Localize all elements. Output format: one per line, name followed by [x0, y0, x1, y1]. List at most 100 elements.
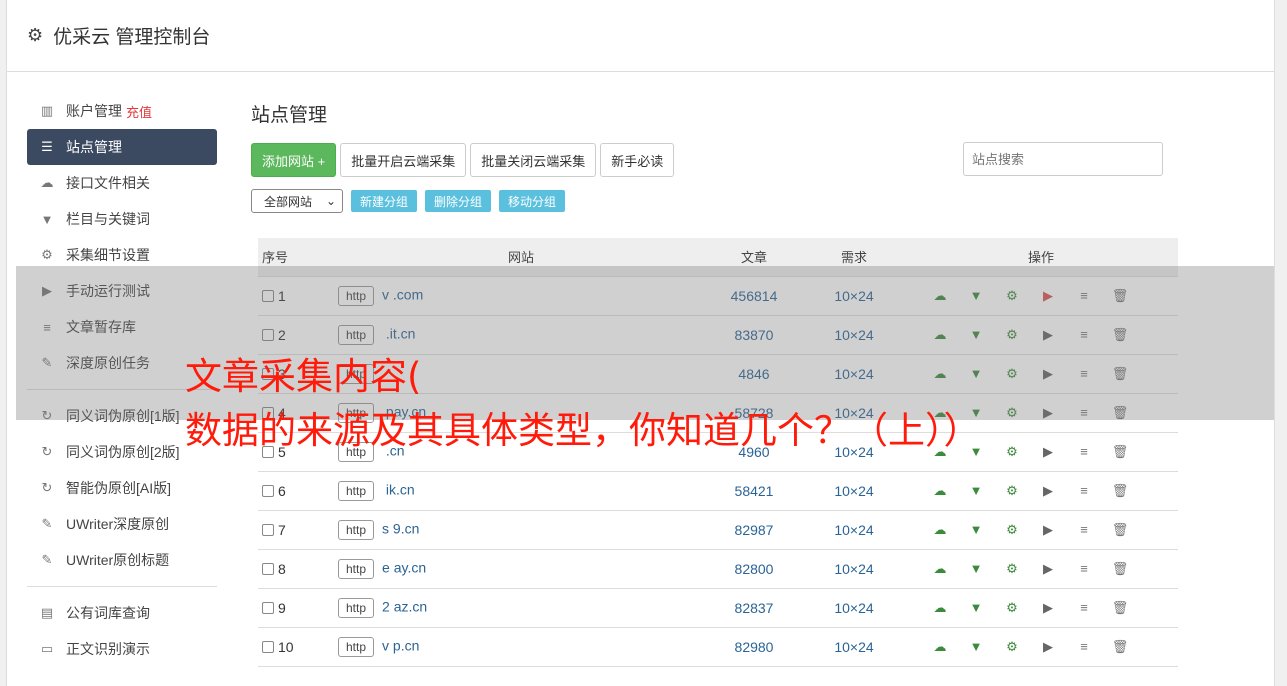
- group-select[interactable]: 全部网站 ⌄: [251, 189, 343, 213]
- play-circle-icon[interactable]: ▶: [1030, 561, 1066, 577]
- article-count[interactable]: 58421: [704, 471, 804, 510]
- database-icon[interactable]: ≡: [1066, 561, 1102, 576]
- cogs-icon[interactable]: ⚙: [994, 561, 1030, 577]
- sidebar-item[interactable]: ▥ 账户管理 充值: [27, 93, 217, 129]
- article-count[interactable]: 83870: [704, 315, 804, 354]
- article-count[interactable]: 82987: [704, 510, 804, 549]
- trash-icon[interactable]: 🗑: [1102, 405, 1138, 421]
- trash-icon[interactable]: 🗑: [1102, 288, 1138, 304]
- sidebar-item[interactable]: ☰ 站点管理: [27, 129, 217, 165]
- row-checkbox[interactable]: [262, 289, 274, 302]
- site-url[interactable]: e ay.cn: [382, 559, 426, 575]
- filter-icon[interactable]: ▼: [958, 327, 994, 342]
- sidebar-item[interactable]: ✎ UWriter原创标题: [27, 542, 217, 578]
- site-url[interactable]: .it.cn: [382, 325, 416, 341]
- trash-icon[interactable]: 🗑: [1102, 483, 1138, 499]
- database-icon[interactable]: ≡: [1066, 639, 1102, 654]
- recharge-link[interactable]: 充值: [126, 102, 152, 121]
- move-group-button[interactable]: 移动分组: [499, 190, 566, 212]
- database-icon[interactable]: ≡: [1066, 366, 1102, 381]
- play-circle-icon[interactable]: ▶: [1030, 366, 1066, 382]
- newbie-guide-button[interactable]: 新手必读: [600, 143, 675, 177]
- batch-close-cloud-button[interactable]: 批量关闭云端采集: [470, 143, 597, 177]
- article-count[interactable]: 456814: [704, 276, 804, 315]
- sidebar-item[interactable]: ✎ UWriter深度原创: [27, 506, 217, 542]
- site-search-input[interactable]: [963, 142, 1163, 176]
- article-count[interactable]: 82980: [704, 627, 804, 666]
- play-circle-icon[interactable]: ▶: [1030, 483, 1066, 499]
- cogs-icon[interactable]: ⚙: [994, 522, 1030, 538]
- trash-icon[interactable]: 🗑: [1102, 600, 1138, 616]
- site-url[interactable]: ik.cn: [382, 481, 415, 497]
- sidebar-item[interactable]: ☁ 接口文件相关: [27, 165, 217, 201]
- row-checkbox[interactable]: [262, 601, 274, 614]
- sidebar-item[interactable]: ▤ 公有词库查询: [27, 595, 217, 631]
- cloud-upload-icon[interactable]: ☁: [922, 600, 958, 616]
- site-url[interactable]: v p.cn: [382, 637, 419, 653]
- cogs-icon[interactable]: ⚙: [994, 288, 1030, 304]
- demand-value[interactable]: 10×24: [804, 510, 904, 549]
- play-circle-icon[interactable]: ▶: [1030, 600, 1066, 616]
- cloud-upload-icon[interactable]: ☁: [922, 327, 958, 343]
- demand-value[interactable]: 10×24: [804, 471, 904, 510]
- add-site-button[interactable]: 添加网站 +: [251, 143, 337, 177]
- demand-value[interactable]: 10×24: [804, 549, 904, 588]
- trash-icon[interactable]: 🗑: [1102, 561, 1138, 577]
- filter-icon[interactable]: ▼: [958, 288, 994, 303]
- database-icon[interactable]: ≡: [1066, 405, 1102, 420]
- play-circle-icon[interactable]: ▶: [1030, 405, 1066, 421]
- trash-icon[interactable]: 🗑: [1102, 522, 1138, 538]
- trash-icon[interactable]: 🗑: [1102, 639, 1138, 655]
- site-url[interactable]: s 9.cn: [382, 520, 419, 536]
- cogs-icon[interactable]: ⚙: [994, 366, 1030, 382]
- site-url[interactable]: 2 az.cn: [382, 598, 427, 614]
- row-checkbox[interactable]: [262, 328, 274, 341]
- play-circle-icon[interactable]: ▶: [1030, 288, 1066, 304]
- demand-value[interactable]: 10×24: [804, 315, 904, 354]
- play-circle-icon[interactable]: ▶: [1030, 444, 1066, 460]
- play-circle-icon[interactable]: ▶: [1030, 639, 1066, 655]
- sidebar-item[interactable]: ▼ 栏目与关键词: [27, 201, 217, 237]
- article-count[interactable]: 82837: [704, 588, 804, 627]
- database-icon[interactable]: ≡: [1066, 444, 1102, 459]
- database-icon[interactable]: ≡: [1066, 288, 1102, 303]
- row-checkbox[interactable]: [262, 523, 274, 536]
- demand-value[interactable]: 10×24: [804, 627, 904, 666]
- cloud-upload-icon[interactable]: ☁: [922, 561, 958, 577]
- filter-icon[interactable]: ▼: [958, 600, 994, 615]
- cogs-icon[interactable]: ⚙: [994, 639, 1030, 655]
- article-count[interactable]: 82800: [704, 549, 804, 588]
- new-group-button[interactable]: 新建分组: [351, 190, 418, 212]
- batch-open-cloud-button[interactable]: 批量开启云端采集: [340, 143, 467, 177]
- database-icon[interactable]: ≡: [1066, 600, 1102, 615]
- trash-icon[interactable]: 🗑: [1102, 327, 1138, 343]
- trash-icon[interactable]: 🗑: [1102, 366, 1138, 382]
- cogs-icon[interactable]: ⚙: [994, 327, 1030, 343]
- sidebar-item[interactable]: ▭ 正文识别演示: [27, 631, 217, 667]
- cloud-upload-icon[interactable]: ☁: [922, 639, 958, 655]
- play-circle-icon[interactable]: ▶: [1030, 327, 1066, 343]
- delete-group-button[interactable]: 删除分组: [425, 190, 492, 212]
- cloud-upload-icon[interactable]: ☁: [922, 483, 958, 499]
- sidebar-item[interactable]: ↻ 智能伪原创[AI版]: [27, 470, 217, 506]
- cogs-icon[interactable]: ⚙: [994, 444, 1030, 460]
- cloud-upload-icon[interactable]: ☁: [922, 288, 958, 304]
- sidebar-item[interactable]: ▶ 手动运行测试: [27, 273, 217, 309]
- demand-value[interactable]: 10×24: [804, 276, 904, 315]
- cogs-icon[interactable]: ⚙: [994, 405, 1030, 421]
- filter-icon[interactable]: ▼: [958, 561, 994, 576]
- demand-value[interactable]: 10×24: [804, 588, 904, 627]
- sidebar-item[interactable]: ≡ 文章暂存库: [27, 309, 217, 345]
- filter-icon[interactable]: ▼: [958, 483, 994, 498]
- cloud-upload-icon[interactable]: ☁: [922, 522, 958, 538]
- filter-icon[interactable]: ▼: [958, 522, 994, 537]
- row-checkbox[interactable]: [262, 484, 274, 497]
- database-icon[interactable]: ≡: [1066, 327, 1102, 342]
- trash-icon[interactable]: 🗑: [1102, 444, 1138, 460]
- site-url[interactable]: v .com: [382, 286, 423, 302]
- filter-icon[interactable]: ▼: [958, 639, 994, 654]
- database-icon[interactable]: ≡: [1066, 522, 1102, 537]
- play-circle-icon[interactable]: ▶: [1030, 522, 1066, 538]
- cogs-icon[interactable]: ⚙: [994, 483, 1030, 499]
- database-icon[interactable]: ≡: [1066, 483, 1102, 498]
